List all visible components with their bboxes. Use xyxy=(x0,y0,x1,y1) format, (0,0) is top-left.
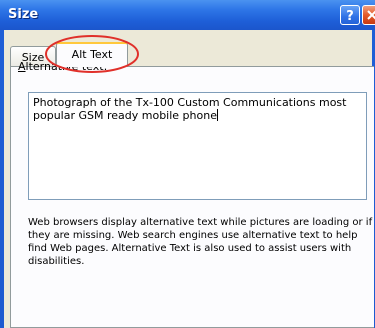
svg-text:?: ? xyxy=(346,9,354,24)
dialog-title: Size xyxy=(8,7,39,22)
close-icon xyxy=(367,10,375,20)
question-icon: ? xyxy=(346,9,354,24)
alt-text-description: Web browsers display alternative text wh… xyxy=(28,217,373,267)
text-caret xyxy=(216,109,218,121)
title-bar: Size ? xyxy=(0,0,375,30)
alternative-text-input[interactable]: Photograph of the Tx-100 Custom Communic… xyxy=(28,92,367,200)
size-dialog: Size ? Size Alt Text Alternative text: P… xyxy=(0,0,375,328)
close-button[interactable] xyxy=(362,5,375,25)
tab-alt-text[interactable]: Alt Text xyxy=(56,42,128,67)
tab-alt-text-label: Alt Text xyxy=(71,48,113,61)
help-button[interactable]: ? xyxy=(340,5,360,25)
